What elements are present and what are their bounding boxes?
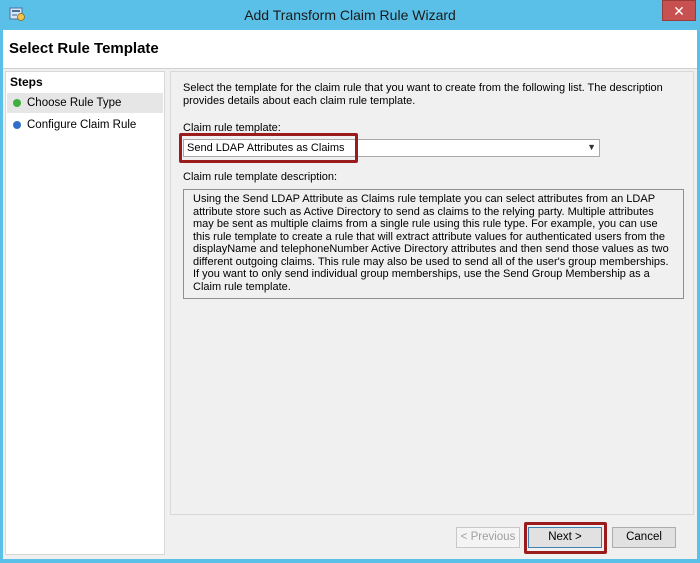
step-configure-claim-rule[interactable]: Configure Claim Rule	[7, 115, 163, 135]
intro-text: Select the template for the claim rule t…	[183, 82, 663, 107]
step-label: Choose Rule Type	[27, 97, 122, 109]
wizard-window: Select Rule Template Steps Choose Rule T…	[3, 30, 697, 559]
step-label: Configure Claim Rule	[27, 119, 137, 131]
step-complete-icon	[13, 99, 21, 107]
previous-button[interactable]: < Previous	[456, 527, 520, 548]
step-choose-rule-type[interactable]: Choose Rule Type	[7, 93, 163, 113]
highlight-annotation	[524, 522, 607, 554]
content-pane: Select the template for the claim rule t…	[170, 71, 694, 515]
steps-pane: Steps Choose Rule Type Configure Claim R…	[5, 71, 165, 555]
highlight-annotation	[179, 133, 358, 163]
step-pending-icon	[13, 121, 21, 129]
close-button[interactable]: ✕	[662, 0, 696, 21]
template-description: Using the Send LDAP Attribute as Claims …	[193, 193, 669, 293]
page-header: Select Rule Template	[3, 30, 697, 69]
steps-title: Steps	[10, 75, 43, 89]
description-label: Claim rule template description:	[183, 171, 338, 183]
page-title: Select Rule Template	[9, 40, 159, 57]
close-icon: ✕	[673, 3, 685, 19]
cancel-button[interactable]: Cancel	[612, 527, 676, 548]
button-bar: < Previous Next > Cancel	[170, 517, 694, 555]
title-bar: Add Transform Claim Rule Wizard ✕	[0, 0, 700, 30]
chevron-down-icon[interactable]: ▼	[587, 142, 596, 152]
window-title: Add Transform Claim Rule Wizard	[244, 7, 456, 23]
template-description-box: Using the Send LDAP Attribute as Claims …	[183, 189, 684, 299]
